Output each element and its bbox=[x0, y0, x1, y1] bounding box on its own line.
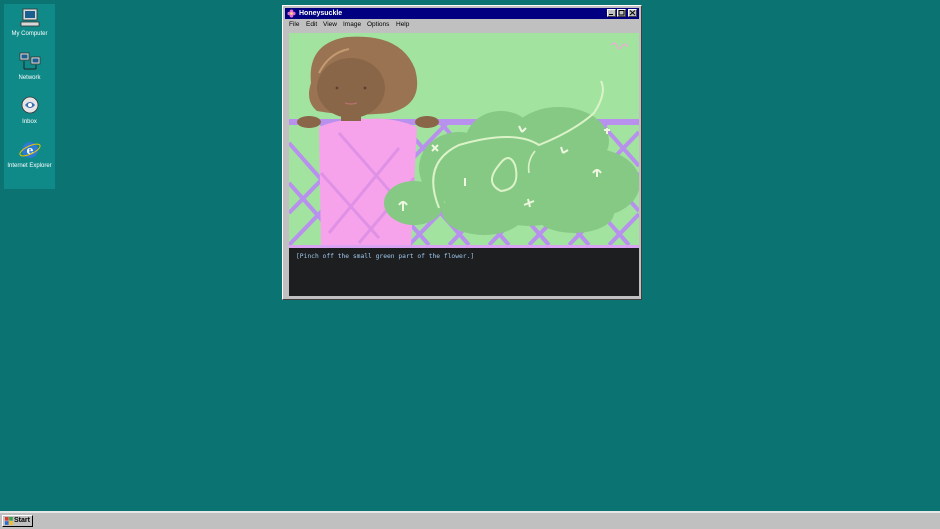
desktop-icon-internet-explorer[interactable]: e Internet Explorer bbox=[4, 139, 55, 170]
network-icon bbox=[19, 52, 40, 70]
text-panel: [Pinch off the small green part of the f… bbox=[289, 245, 639, 296]
window-title: Honeysuckle bbox=[299, 10, 343, 17]
minimize-button[interactable] bbox=[607, 9, 616, 17]
menu-image[interactable]: Image bbox=[343, 20, 361, 30]
desktop-icon-network[interactable]: Network bbox=[4, 51, 55, 82]
start-label: Start bbox=[14, 517, 30, 524]
desktop-icon-label: Network bbox=[18, 75, 41, 81]
taskbar: Start bbox=[0, 511, 940, 529]
menu-view[interactable]: View bbox=[323, 20, 337, 30]
girl-face bbox=[317, 58, 385, 118]
game-scene[interactable] bbox=[289, 33, 639, 245]
minimize-icon bbox=[609, 14, 613, 15]
my-computer-icon bbox=[20, 8, 39, 27]
maximize-icon bbox=[618, 10, 625, 16]
menu-options[interactable]: Options bbox=[367, 20, 389, 30]
inbox-icon bbox=[21, 96, 38, 114]
honeysuckle-window[interactable]: Honeysuckle File Edit View Image Options… bbox=[282, 5, 642, 300]
menu-file[interactable]: File bbox=[289, 20, 299, 30]
windows-logo-icon bbox=[5, 517, 13, 525]
maximize-button[interactable] bbox=[617, 9, 626, 17]
menu-edit[interactable]: Edit bbox=[306, 20, 317, 30]
internet-explorer-icon: e bbox=[18, 142, 41, 158]
title-bar[interactable]: Honeysuckle bbox=[285, 8, 639, 19]
desktop-icon-panel: My Computer Network Inbox e Internet Exp… bbox=[4, 4, 55, 189]
close-icon bbox=[629, 10, 636, 16]
desktop-icon-label: Inbox bbox=[22, 119, 37, 125]
desktop-icon-my-computer[interactable]: My Computer bbox=[4, 7, 55, 38]
desktop-icon-label: Internet Explorer bbox=[7, 163, 52, 169]
flower-icon bbox=[287, 9, 296, 18]
menu-help[interactable]: Help bbox=[396, 20, 409, 30]
menu-bar: File Edit View Image Options Help bbox=[286, 20, 638, 30]
scene-illustration bbox=[289, 33, 639, 245]
desktop-icon-inbox[interactable]: Inbox bbox=[4, 95, 55, 126]
start-button[interactable]: Start bbox=[2, 515, 33, 527]
desktop-icon-label: My Computer bbox=[11, 31, 48, 37]
close-button[interactable] bbox=[628, 9, 637, 17]
narration-text: [Pinch off the small green part of the f… bbox=[296, 253, 475, 260]
